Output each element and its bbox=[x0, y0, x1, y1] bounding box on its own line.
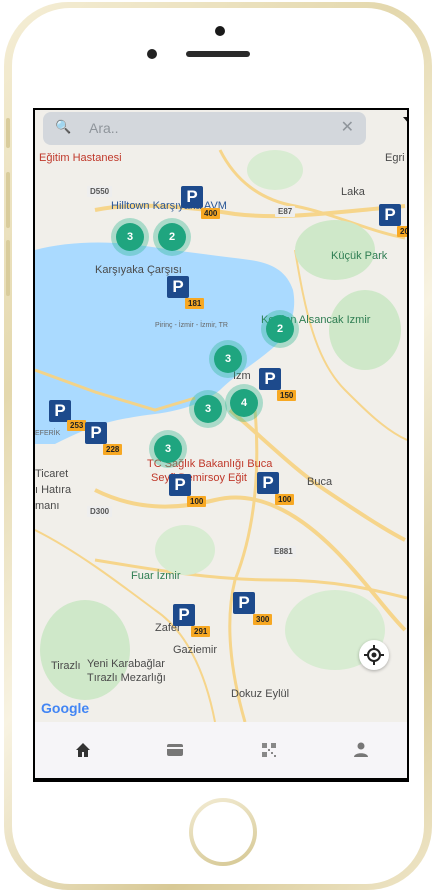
capacity-badge: 181 bbox=[185, 298, 205, 309]
card-icon[interactable] bbox=[165, 740, 185, 760]
map-label: Tırazlı Mezarlığı bbox=[87, 672, 166, 684]
person-icon[interactable] bbox=[351, 740, 371, 760]
parking-marker[interactable]: P bbox=[85, 422, 107, 444]
speaker-grille bbox=[186, 51, 250, 57]
front-sensor bbox=[147, 49, 157, 59]
map-label: Ticaret bbox=[35, 468, 69, 480]
capacity-badge: 20 bbox=[397, 226, 407, 237]
road-shield: D550 bbox=[87, 186, 113, 197]
map-label: Eğitim Hastanesi bbox=[39, 152, 122, 164]
cluster-marker[interactable]: 3 bbox=[209, 340, 247, 378]
cluster-marker[interactable]: 3 bbox=[111, 218, 149, 256]
map-view[interactable]: 🔍 Ara.. ✕ Eğitim Hastanesi Egri Hilltown… bbox=[35, 110, 407, 722]
capacity-badge: 400 bbox=[201, 208, 221, 219]
parking-marker[interactable]: P bbox=[259, 368, 281, 390]
parking-marker[interactable]: P bbox=[181, 186, 203, 208]
road-shield: E881 bbox=[271, 546, 296, 557]
map-label: Küçük Park bbox=[331, 250, 388, 262]
side-button bbox=[6, 118, 10, 148]
cluster-marker[interactable]: 3 bbox=[149, 430, 187, 468]
camera bbox=[215, 26, 225, 36]
search-placeholder[interactable]: Ara.. bbox=[89, 120, 119, 136]
capacity-badge: 291 bbox=[191, 626, 211, 637]
parking-marker[interactable]: P bbox=[49, 400, 71, 422]
capacity-badge: 100 bbox=[187, 496, 207, 507]
search-icon: 🔍 bbox=[55, 119, 72, 134]
map-label: Karşıyaka Çarşısı bbox=[95, 264, 182, 276]
map-label: EFERİK bbox=[35, 430, 61, 437]
parking-marker[interactable]: P bbox=[167, 276, 189, 298]
parking-marker[interactable]: P bbox=[233, 592, 255, 614]
cluster-marker[interactable]: 3 bbox=[189, 390, 227, 428]
road-shield: E87 bbox=[275, 206, 296, 217]
side-button bbox=[6, 240, 10, 296]
map-label: Buca bbox=[307, 476, 333, 488]
map-label: manı bbox=[35, 500, 60, 512]
qr-code-icon[interactable] bbox=[259, 740, 279, 760]
map-label: Seyfi Demirsoy Eğit bbox=[151, 472, 247, 484]
google-logo: Google bbox=[41, 700, 90, 716]
screen: 🔍 Ara.. ✕ Eğitim Hastanesi Egri Hilltown… bbox=[33, 108, 409, 782]
map-label: Tirazlı bbox=[51, 660, 81, 672]
home-button[interactable] bbox=[189, 798, 257, 866]
parking-marker[interactable]: P bbox=[173, 604, 195, 626]
capacity-badge: 253 bbox=[67, 420, 87, 431]
capacity-badge: 150 bbox=[277, 390, 297, 401]
map-label: ı Hatıra bbox=[35, 484, 72, 496]
map-label: Yeni Karabağlar bbox=[87, 658, 165, 670]
parking-marker[interactable]: P bbox=[257, 472, 279, 494]
home-icon[interactable] bbox=[73, 740, 93, 760]
cluster-marker[interactable]: 4 bbox=[225, 384, 263, 422]
cluster-marker[interactable]: 2 bbox=[261, 310, 299, 348]
capacity-badge: 300 bbox=[253, 614, 273, 625]
map-label: Fuar İzmir bbox=[131, 570, 181, 582]
search-bar[interactable]: 🔍 Ara.. ✕ bbox=[43, 112, 366, 145]
map-label: Egri bbox=[385, 152, 405, 164]
close-icon[interactable]: ✕ bbox=[341, 117, 354, 137]
map-label: Gaziemir bbox=[173, 644, 218, 656]
my-location-icon[interactable] bbox=[359, 640, 389, 670]
capacity-badge: 228 bbox=[103, 444, 123, 455]
side-button bbox=[6, 172, 10, 228]
cluster-marker[interactable]: 2 bbox=[153, 218, 191, 256]
bottom-tab-bar bbox=[35, 722, 407, 778]
capacity-badge: 100 bbox=[275, 494, 295, 505]
map-label: Laka bbox=[341, 186, 365, 198]
map-label: Dokuz Eylül bbox=[231, 688, 290, 700]
road-shield: D300 bbox=[87, 506, 113, 517]
map-label: Pirinç - İzmir - İzmir, TR bbox=[155, 322, 228, 329]
parking-marker[interactable]: P bbox=[169, 474, 191, 496]
parking-marker[interactable]: P bbox=[379, 204, 401, 226]
